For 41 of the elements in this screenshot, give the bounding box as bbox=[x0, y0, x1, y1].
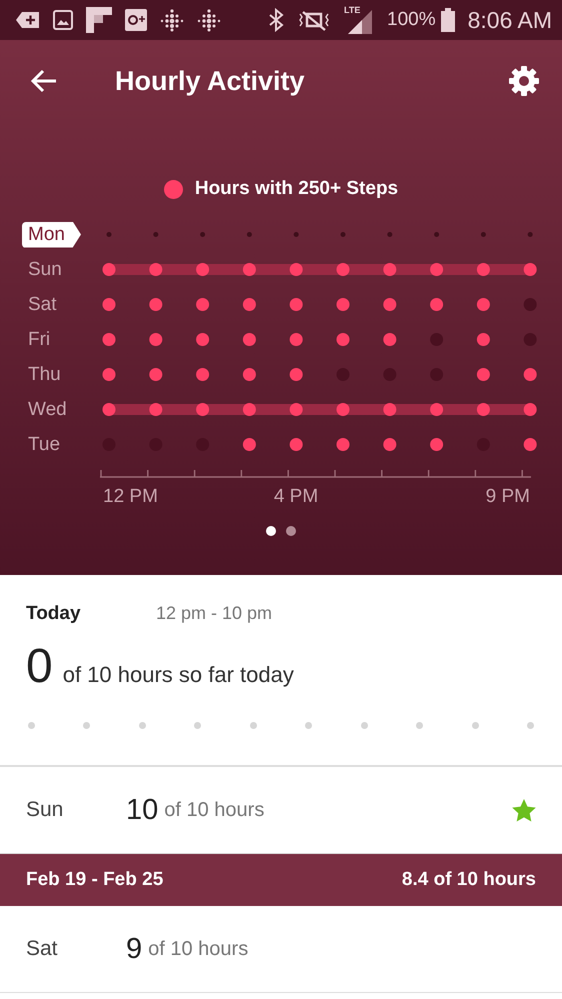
day-name: Sun bbox=[26, 798, 64, 822]
selected-day-tag[interactable]: Mon bbox=[22, 222, 81, 248]
hours-count: 10 bbox=[126, 794, 158, 826]
google-plus-icon bbox=[125, 9, 147, 31]
back-arrow-icon[interactable] bbox=[30, 69, 58, 93]
day-label[interactable]: Sun bbox=[22, 256, 68, 282]
bluetooth-icon bbox=[268, 8, 284, 32]
day-name: Sat bbox=[26, 937, 59, 961]
settings-icon[interactable] bbox=[508, 65, 540, 97]
axis-label: 4 PM bbox=[274, 486, 318, 508]
page-indicator[interactable] bbox=[266, 526, 276, 536]
axis-label: 9 PM bbox=[486, 486, 530, 508]
battery-percent: 100% bbox=[387, 9, 436, 31]
clock: 8:06 AM bbox=[468, 6, 552, 34]
axis-label: 12 PM bbox=[103, 486, 158, 508]
screen-title: Hourly Activity bbox=[115, 66, 306, 96]
day-label[interactable]: Sat bbox=[22, 292, 63, 318]
image-icon bbox=[53, 10, 73, 30]
hours-caption: of 10 hours bbox=[164, 798, 264, 822]
add-notification-icon bbox=[16, 11, 40, 29]
vibrate-icon bbox=[297, 8, 331, 32]
day-label[interactable]: Fri bbox=[22, 326, 56, 352]
day-label[interactable]: Tue bbox=[22, 432, 66, 458]
dot-pattern-icon bbox=[197, 8, 221, 32]
today-label: Today bbox=[26, 603, 82, 625]
network-type: LTE bbox=[344, 5, 360, 15]
hours-count: 9 bbox=[126, 932, 142, 966]
hours-count: 0 bbox=[26, 639, 53, 694]
day-row[interactable]: Sat 9 of 10 hours bbox=[0, 906, 562, 993]
battery-icon bbox=[440, 8, 455, 32]
dot-pattern-icon bbox=[160, 8, 184, 32]
day-label[interactable]: Thu bbox=[22, 362, 67, 388]
hours-caption: of 10 hours bbox=[148, 938, 248, 960]
app-logo-icon bbox=[86, 7, 112, 33]
hours-caption: of 10 hours so far today bbox=[62, 662, 294, 688]
week-range: Feb 19 - Feb 25 bbox=[26, 869, 164, 891]
legend-dot bbox=[164, 180, 183, 198]
legend-label: Hours with 250+ Steps bbox=[194, 178, 398, 200]
week-summary: 8.4 of 10 hours bbox=[402, 869, 536, 891]
time-range: 12 pm - 10 pm bbox=[156, 603, 272, 624]
day-label[interactable]: Wed bbox=[22, 396, 73, 422]
